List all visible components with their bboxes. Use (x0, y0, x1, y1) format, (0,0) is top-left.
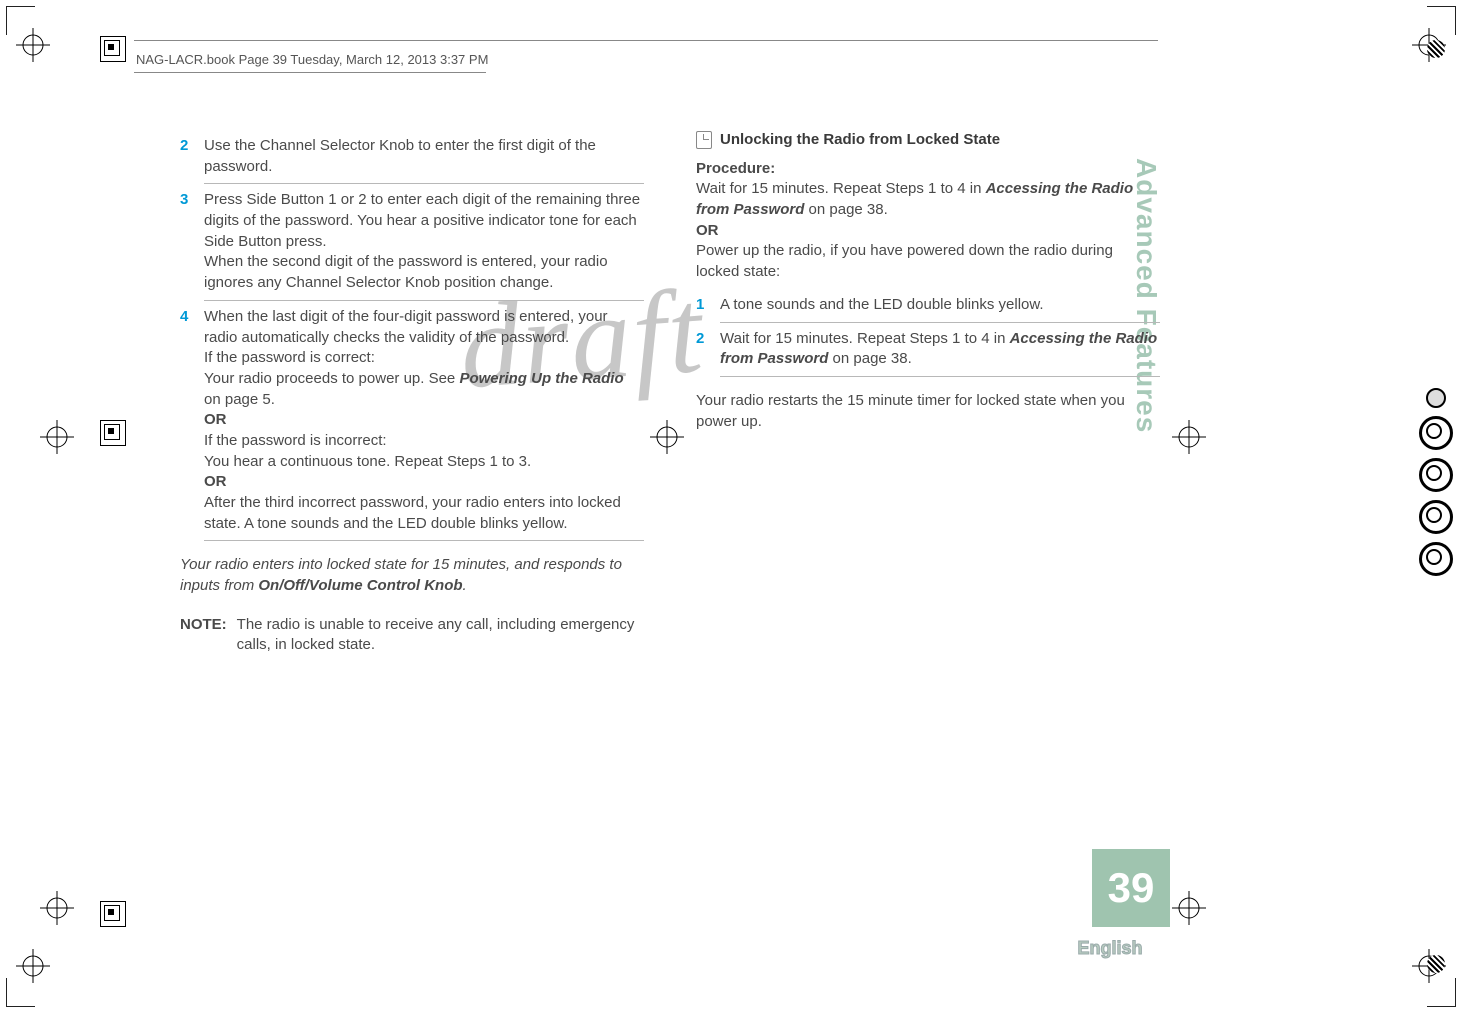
body-text: When the last digit of the four-digit pa… (204, 308, 608, 366)
or-label: OR (204, 473, 227, 490)
body-text: Wait for 15 minutes. Repeat Steps 1 to 4… (696, 179, 1160, 220)
body-text: Your radio proceeds to power up. See (204, 370, 459, 387)
registration-mark (1172, 420, 1206, 454)
procedure-label: Procedure: (696, 159, 1160, 180)
control-name: On/Off/Volume Control Knob (258, 577, 462, 594)
body-text: on page 38. (828, 350, 911, 367)
density-patch (100, 901, 124, 925)
body-text: If the password is incorrect: (204, 432, 387, 449)
header-rule (134, 40, 1158, 41)
running-head: NAG-LACR.book Page 39 Tuesday, March 12,… (136, 52, 488, 67)
subsection-heading: Unlocking the Radio from Locked State (696, 130, 1160, 151)
body-text: Your radio restarts the 15 minute timer … (696, 391, 1160, 432)
step-text: Wait for 15 minutes. Repeat Steps 1 to 4… (720, 329, 1160, 370)
registration-mark (16, 28, 50, 62)
left-column: 2 Use the Channel Selector Knob to enter… (180, 130, 644, 656)
color-control-strip (1416, 40, 1456, 58)
body-text: . (463, 577, 467, 594)
note-block: NOTE: The radio is unable to receive any… (180, 615, 644, 656)
step-3: 3 Press Side Button 1 or 2 to enter each… (180, 184, 644, 299)
density-patch (100, 36, 124, 60)
step-number: 4 (180, 307, 194, 535)
body-text: on page 5. (204, 391, 275, 408)
density-patch (100, 420, 124, 444)
step-2: 2 Wait for 15 minutes. Repeat Steps 1 to… (696, 323, 1160, 376)
heading-text: Unlocking the Radio from Locked State (720, 130, 1000, 151)
language-label: English (1050, 938, 1170, 959)
body-text: Wait for 15 minutes. Repeat Steps 1 to 4… (720, 330, 1010, 347)
step-4: 4 When the last digit of the four-digit … (180, 301, 644, 541)
note-label: NOTE: (180, 615, 227, 656)
step-text: Press Side Button 1 or 2 to enter each d… (204, 190, 644, 293)
registration-mark (40, 891, 74, 925)
step-divider (204, 540, 644, 541)
header-rule (134, 72, 486, 73)
step-text: Use the Channel Selector Knob to enter t… (204, 136, 644, 177)
step-number: 3 (180, 190, 194, 293)
step-number: 2 (180, 136, 194, 177)
registration-mark (16, 949, 50, 983)
or-label: OR (204, 411, 227, 428)
body-text: on page 38. (804, 201, 887, 218)
or-label: OR (696, 221, 1160, 242)
step-text: When the last digit of the four-digit pa… (204, 307, 644, 535)
step-2: 2 Use the Channel Selector Knob to enter… (180, 130, 644, 183)
step-1: 1 A tone sounds and the LED double blink… (696, 289, 1160, 322)
cross-ref-link[interactable]: Powering Up the Radio (459, 370, 623, 387)
body-text: Wait for 15 minutes. Repeat Steps 1 to 4… (696, 180, 986, 197)
document-icon (696, 131, 712, 149)
registration-mark (1172, 891, 1206, 925)
page-number: 39 (1092, 849, 1170, 927)
step-divider (720, 376, 1160, 377)
step-number: 2 (696, 329, 710, 370)
note-text: The radio is unable to receive any call,… (237, 615, 644, 656)
body-text: Power up the radio, if you have powered … (696, 241, 1160, 282)
body-content: 2 Use the Channel Selector Knob to enter… (180, 130, 1160, 656)
color-control-strip (1416, 380, 1456, 584)
step-number: 1 (696, 295, 710, 316)
body-text: You hear a continuous tone. Repeat Steps… (204, 453, 531, 470)
locked-state-note: Your radio enters into locked state for … (180, 555, 644, 596)
registration-mark (40, 420, 74, 454)
right-column: Unlocking the Radio from Locked State Pr… (696, 130, 1160, 656)
color-control-strip (1416, 955, 1456, 973)
step-text: A tone sounds and the LED double blinks … (720, 295, 1160, 316)
body-text: After the third incorrect password, your… (204, 494, 621, 532)
